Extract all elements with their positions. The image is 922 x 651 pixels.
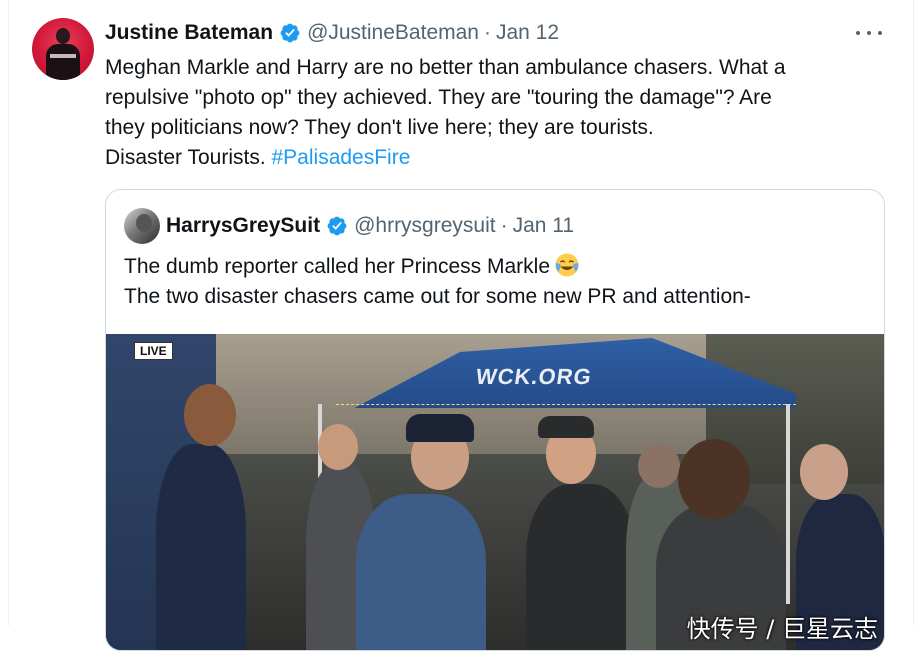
- tent-leg: [786, 404, 790, 604]
- tweet-text-line: repulsive "photo op" they achieved. They…: [105, 86, 772, 109]
- person-head-shape: [638, 444, 680, 488]
- quoted-tweet-date[interactable]: Jan 11: [513, 214, 575, 238]
- verified-badge-icon[interactable]: [326, 215, 348, 237]
- string-lights: [336, 404, 796, 407]
- tweet-text-line-last: Disaster Tourists. #PalisadesFire: [105, 143, 895, 173]
- person-head-shape: [800, 444, 848, 500]
- verified-badge-icon[interactable]: [279, 22, 301, 44]
- person-cap-shape: [406, 414, 474, 442]
- quoted-tweet-text: The dumb reporter called her Princess Ma…: [124, 252, 751, 312]
- more-options-icon[interactable]: [854, 22, 884, 44]
- avatar-shirt-shape: [50, 54, 76, 58]
- timeline-right-border: [913, 0, 914, 626]
- quoted-text-segment: The dumb reporter called her Princess Ma…: [124, 255, 551, 278]
- author-avatar[interactable]: [32, 18, 94, 80]
- tweet-text: Meghan Markle and Harry are no better th…: [105, 53, 895, 173]
- person-shape: [156, 444, 246, 650]
- quoted-author-display-name[interactable]: HarrysGreySuit: [166, 214, 320, 238]
- author-display-name[interactable]: Justine Bateman: [105, 21, 273, 45]
- author-handle[interactable]: @JustineBateman: [307, 21, 479, 45]
- header-separator: ·: [483, 21, 491, 44]
- quoted-author-avatar[interactable]: [124, 208, 160, 244]
- person-head-shape: [678, 439, 750, 519]
- quoted-author-handle[interactable]: @hrrysgreysuit: [354, 214, 496, 238]
- tent-logo-text: WCK.ORG: [474, 364, 594, 389]
- avatar-head-shape: [56, 28, 70, 44]
- quoted-tweet-card[interactable]: HarrysGreySuit @hrrysgreysuit · Jan 11 T…: [105, 189, 885, 651]
- quoted-avatar-face-shape: [136, 214, 152, 232]
- tweet-date[interactable]: Jan 12: [496, 21, 559, 45]
- tweet-text-segment: Disaster Tourists.: [105, 146, 272, 169]
- person-head-shape: [318, 424, 358, 470]
- tweet-text-line: Meghan Markle and Harry are no better th…: [105, 56, 786, 79]
- person-shape: [356, 494, 486, 650]
- person-shape: [526, 484, 636, 650]
- timeline-left-border: [8, 0, 9, 626]
- hashtag-link[interactable]: #PalisadesFire: [272, 146, 411, 169]
- person-cap-shape: [538, 416, 594, 438]
- video-player[interactable]: WCK.ORG LIVE 快传号 / 巨星云志: [106, 334, 884, 650]
- face-with-tears-of-joy-icon: [555, 253, 579, 277]
- tweet-text-line: they politicians now? They don't live he…: [105, 116, 654, 139]
- source-watermark: 快传号 / 巨星云志: [686, 615, 878, 643]
- quoted-text-line: The dumb reporter called her Princess Ma…: [124, 252, 751, 282]
- quoted-tweet-header: HarrysGreySuit @hrrysgreysuit · Jan 11: [166, 213, 574, 239]
- quoted-text-line: The two disaster chasers came out for so…: [124, 285, 751, 308]
- tweet-header: Justine Bateman @JustineBateman · Jan 12: [105, 20, 559, 46]
- header-separator: ·: [500, 214, 508, 237]
- avatar-body-shape: [46, 44, 80, 80]
- person-head-shape: [184, 384, 236, 446]
- live-badge: LIVE: [134, 342, 173, 360]
